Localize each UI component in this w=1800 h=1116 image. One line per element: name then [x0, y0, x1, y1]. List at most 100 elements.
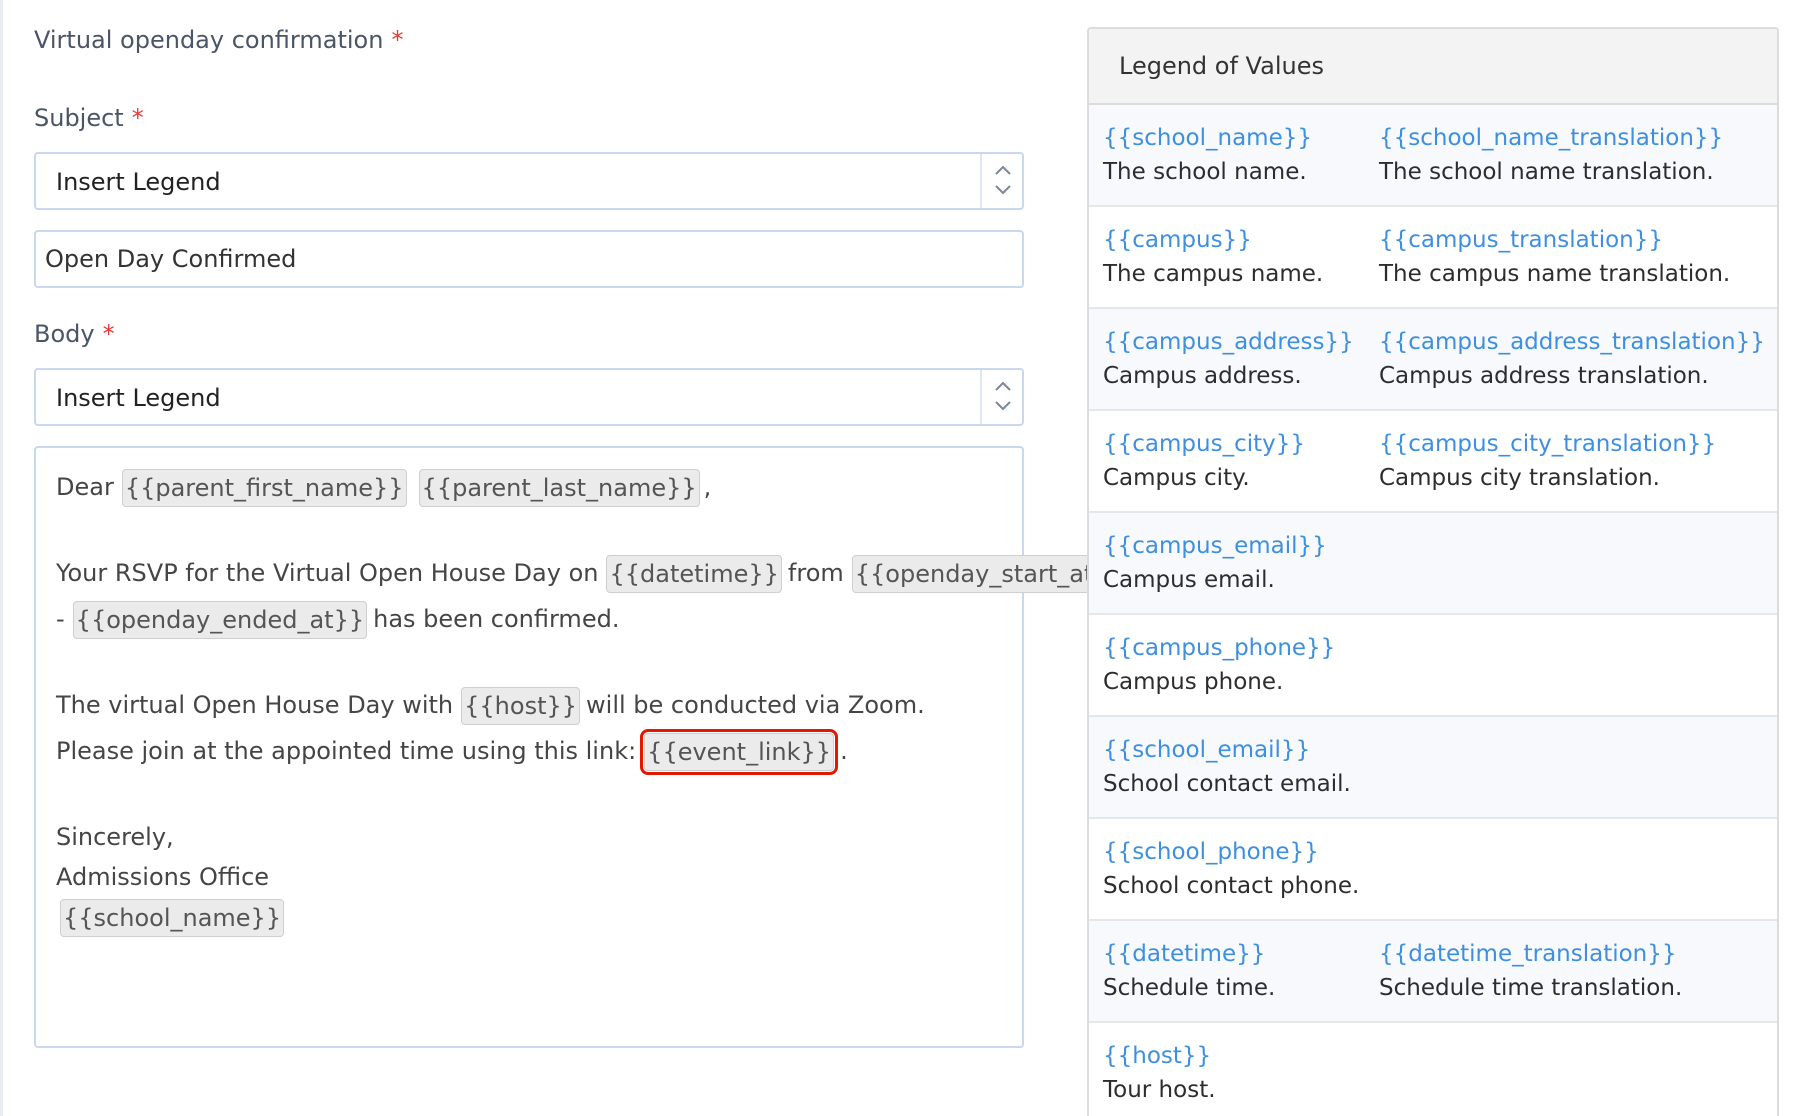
editor-line: - {{openday_ended_at}} has been confirmed. [56, 600, 620, 639]
token-openday-ended-at[interactable]: {{openday_ended_at}} [72, 601, 368, 639]
token-host[interactable]: {{host}} [461, 687, 581, 725]
legend-row: {{datetime}} Schedule time. {{datetime_t… [1089, 921, 1777, 1023]
legend-description: Campus city. [1103, 465, 1250, 491]
legend-cell: {{datetime}} Schedule time. [1103, 937, 1275, 1005]
subject-insert-legend-select[interactable]: Insert Legend [34, 152, 1024, 210]
legend-cell: {{school_email}} School contact email. [1103, 733, 1351, 801]
left-edge-bar [0, 0, 3, 1116]
body-insert-legend-select[interactable]: Insert Legend [34, 368, 1024, 426]
legend-key-link[interactable]: {{campus_phone}} [1103, 631, 1335, 665]
token-parent-first-name[interactable]: {{parent_first_name}} [121, 469, 407, 507]
subject-input[interactable]: Open Day Confirmed [34, 230, 1024, 288]
token-openday-start-at[interactable]: {{openday_start_at}} [851, 555, 1127, 593]
section-title: Virtual openday confirmation * [34, 26, 403, 54]
editor-line: The virtual Open House Day with {{host}} w… [56, 686, 925, 725]
legend-description: School contact email. [1103, 771, 1351, 797]
legend-key-link[interactable]: {{campus}} [1103, 223, 1323, 257]
editor-text: . [840, 737, 848, 765]
editor-text: Your RSVP for the Virtual Open House Day… [56, 559, 599, 587]
body-label: Body * [34, 320, 115, 348]
token-parent-last-name[interactable]: {{parent_last_name}} [418, 469, 700, 507]
legend-key-link[interactable]: {{campus_city}} [1103, 427, 1305, 461]
legend-description: Tour host. [1103, 1077, 1216, 1103]
body-label-text: Body [34, 320, 95, 348]
editor-line: Sincerely, [56, 818, 174, 856]
legend-key-link[interactable]: {{campus_city_translation}} [1379, 427, 1716, 461]
legend-row: {{host}} Tour host. [1089, 1023, 1777, 1116]
legend-row: {{campus_city}} Campus city. {{campus_ci… [1089, 411, 1777, 513]
section-title-text: Virtual openday confirmation [34, 26, 384, 54]
chevron-up-icon [995, 165, 1011, 175]
subject-label: Subject * [34, 104, 144, 132]
legend-description: Campus address translation. [1379, 363, 1709, 389]
legend-row: {{school_phone}} School contact phone. [1089, 819, 1777, 921]
editor-text: has been confirmed. [373, 605, 620, 633]
editor-line: Your RSVP for the Virtual Open House Day… [56, 554, 1133, 593]
legend-row: {{campus}} The campus name. {{campus_tra… [1089, 207, 1777, 309]
legend-description: Campus phone. [1103, 669, 1284, 695]
editor-text: will be conducted via Zoom. [586, 691, 925, 719]
legend-cell: {{campus_address}} Campus address. [1103, 325, 1354, 393]
legend-key-link[interactable]: {{datetime_translation}} [1379, 937, 1682, 971]
legend-cell: {{host}} Tour host. [1103, 1039, 1216, 1107]
legend-title: Legend of Values [1089, 29, 1777, 105]
legend-cell: {{campus_city_translation}} Campus city … [1379, 427, 1716, 495]
editor-text: Dear [56, 473, 114, 501]
legend-panel: Legend of Values {{school_name}} The sch… [1087, 27, 1779, 1116]
legend-key-link[interactable]: {{school_name_translation}} [1379, 121, 1723, 155]
legend-description: The school name translation. [1379, 159, 1714, 185]
editor-text: Sincerely, [56, 823, 174, 851]
chevron-up-icon [995, 381, 1011, 391]
chevron-down-icon [995, 185, 1011, 195]
legend-description: School contact phone. [1103, 873, 1360, 899]
select-value: Insert Legend [56, 168, 221, 196]
legend-key-link[interactable]: {{campus_address}} [1103, 325, 1354, 359]
body-editor[interactable]: Dear {{parent_first_name}} {{parent_last_n… [34, 446, 1127, 1048]
editor-line: Dear {{parent_first_name}} {{parent_last_n… [56, 468, 711, 507]
legend-key-link[interactable]: {{school_name}} [1103, 121, 1312, 155]
legend-description: Campus address. [1103, 363, 1302, 389]
legend-cell: {{campus}} The campus name. [1103, 223, 1323, 291]
editor-text: from [787, 559, 844, 587]
legend-description: Schedule time. [1103, 975, 1276, 1001]
legend-description: Campus email. [1103, 567, 1275, 593]
legend-cell: {{school_name}} The school name. [1103, 121, 1312, 189]
legend-row: {{school_name}} The school name. {{schoo… [1089, 105, 1777, 207]
legend-key-link[interactable]: {{host}} [1103, 1039, 1216, 1073]
select-value: Insert Legend [56, 384, 221, 412]
select-spinner[interactable] [980, 154, 1022, 208]
legend-key-link[interactable]: {{campus_email}} [1103, 529, 1327, 563]
select-spinner[interactable] [980, 370, 1022, 424]
editor-line: {{school_name}} [56, 898, 290, 937]
token-event-link-highlighted[interactable]: {{event_link}} [640, 729, 839, 775]
legend-key-link[interactable]: {{school_email}} [1103, 733, 1351, 767]
token-school-name[interactable]: {{school_name}} [60, 899, 285, 937]
legend-description: The campus name. [1103, 261, 1324, 287]
editor-text: - [56, 605, 65, 633]
legend-cell: {{school_phone}} School contact phone. [1103, 835, 1359, 903]
legend-row: {{campus_email}} Campus email. [1089, 513, 1777, 615]
chevron-down-icon [995, 401, 1011, 411]
legend-cell: {{campus_phone}} Campus phone. [1103, 631, 1335, 699]
legend-description: Campus city translation. [1379, 465, 1660, 491]
legend-cell: {{datetime_translation}} Schedule time t… [1379, 937, 1682, 1005]
token-datetime[interactable]: {{datetime}} [606, 555, 782, 593]
legend-cell: {{campus_address_translation}} Campus ad… [1379, 325, 1765, 393]
legend-description: The campus name translation. [1379, 261, 1731, 287]
legend-cell: {{campus_email}} Campus email. [1103, 529, 1327, 597]
legend-cell: {{campus_translation}} The campus name t… [1379, 223, 1730, 291]
legend-key-link[interactable]: {{campus_translation}} [1379, 223, 1730, 257]
legend-description: Schedule time translation. [1379, 975, 1683, 1001]
editor-line: Admissions Office [56, 858, 269, 896]
required-asterisk: * [131, 104, 144, 132]
required-asterisk: * [102, 320, 115, 348]
editor-text: Please join at the appointed time using … [56, 737, 637, 765]
legend-cell: {{school_name_translation}} The school n… [1379, 121, 1723, 189]
legend-row: {{school_email}} School contact email. [1089, 717, 1777, 819]
legend-key-link[interactable]: {{datetime}} [1103, 937, 1275, 971]
page: Virtual openday confirmation * Subject * I… [0, 0, 1800, 1116]
legend-row: {{campus_phone}} Campus phone. [1089, 615, 1777, 717]
legend-key-link[interactable]: {{campus_address_translation}} [1379, 325, 1765, 359]
legend-description: The school name. [1103, 159, 1307, 185]
legend-key-link[interactable]: {{school_phone}} [1103, 835, 1359, 869]
